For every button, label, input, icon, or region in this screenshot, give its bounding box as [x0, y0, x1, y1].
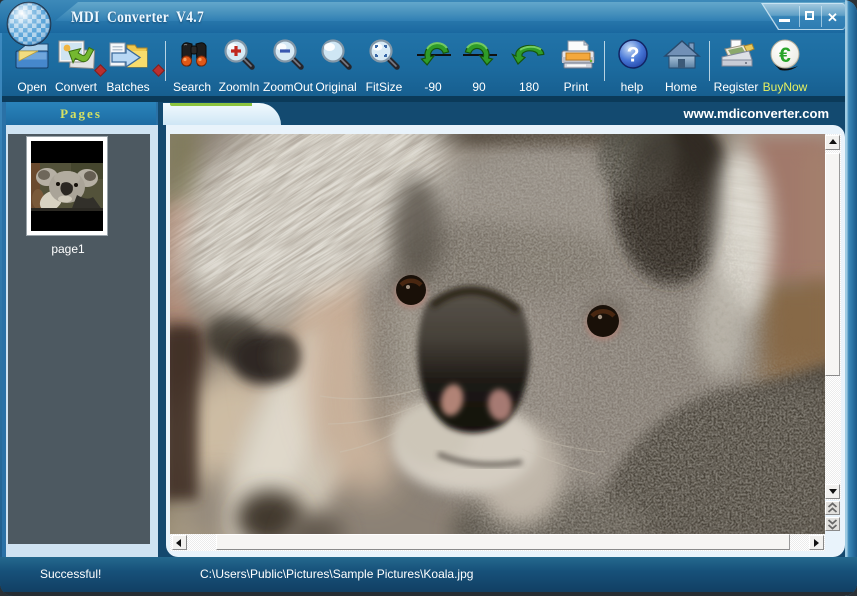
svg-text:?: ? — [627, 44, 640, 67]
svg-text:€: € — [779, 44, 791, 67]
